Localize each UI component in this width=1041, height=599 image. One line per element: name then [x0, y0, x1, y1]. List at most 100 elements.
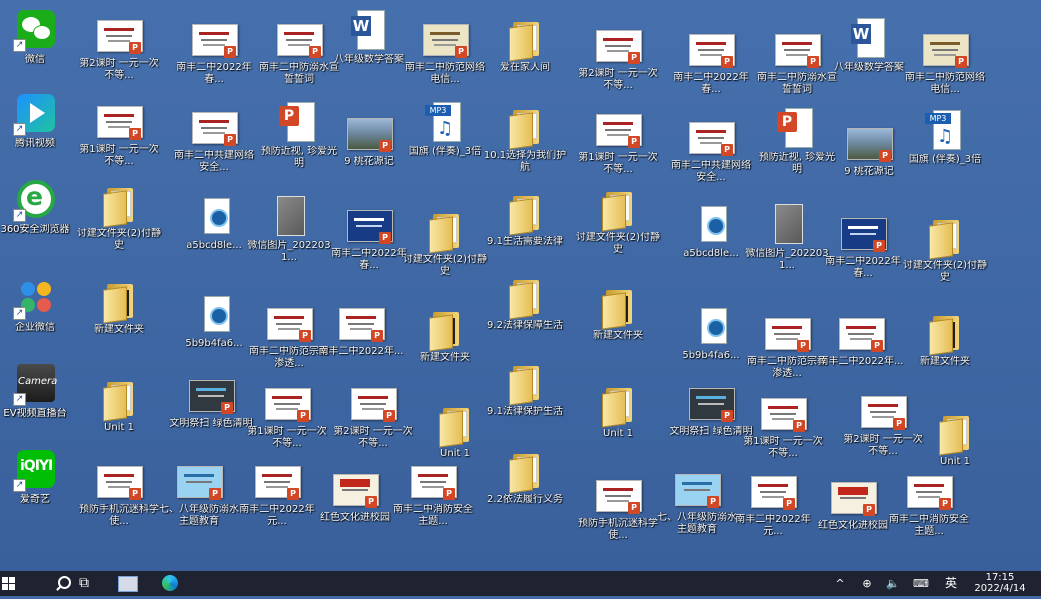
- folder-icon: [423, 208, 467, 254]
- desktop-icon-label: 南丰二中2022年...: [318, 346, 404, 357]
- desktop-icon-d11[interactable]: 新建文件夹: [902, 310, 988, 394]
- powerpoint-slide-icon: P: [423, 16, 469, 60]
- desktop-icon-e7[interactable]: Unit 1: [575, 382, 661, 466]
- desktop-icon-a8[interactable]: P 南丰二中2022年春...: [668, 26, 754, 110]
- desktop-icon-d8[interactable]: 5b9b4fa6...: [668, 304, 754, 388]
- desktop-icon-a2[interactable]: P 南丰二中2022年春...: [171, 16, 257, 100]
- folder-icon: [97, 182, 141, 228]
- desktop-icon-label: 讨建文件夹(2)付静史: [76, 228, 162, 251]
- desktop-icon-d5[interactable]: 新建文件夹: [402, 306, 488, 390]
- desktop-icon-label: 南丰二中2022年元...: [735, 514, 811, 537]
- keyboard-icon[interactable]: ⌨: [912, 571, 930, 596]
- desktop-icon-a11[interactable]: P 南丰二中防范网络电信...: [902, 26, 988, 110]
- desktop-icon-b8[interactable]: P 南丰二中共建网络安全...: [668, 114, 754, 198]
- powerpoint-slide-icon: P: [923, 26, 969, 70]
- desktop-icon-f8[interactable]: P 七、八年级防溺水主题教育: [654, 466, 740, 550]
- desktop-icon-a4[interactable]: W 八年级数学答案: [326, 8, 412, 92]
- desktop-icon-c3[interactable]: 微信图片_2022031...: [246, 194, 332, 278]
- desktop-icon-label: 5b9b4fa6...: [682, 350, 740, 361]
- desktop-icon-e2[interactable]: P 文明祭扫 绿色清明: [168, 372, 254, 456]
- powerpoint-slide-icon: P: [265, 380, 311, 424]
- globe-icon[interactable]: ⊕: [858, 571, 876, 596]
- desktop-icon-label: 第2课时 一元一次不等...: [79, 58, 159, 81]
- desktop-icon-f6[interactable]: 2.2依法履行义务: [482, 448, 568, 532]
- search-button[interactable]: [22, 571, 71, 596]
- desktop-icon-f10[interactable]: P 红色文化进校园: [810, 474, 896, 558]
- desktop-icon-b10[interactable]: P 9 桃花源记: [826, 120, 912, 204]
- desktop-icon-f1[interactable]: P 预防手机沉迷科学使...: [76, 458, 162, 542]
- start-button[interactable]: [0, 571, 22, 596]
- desktop-icon-c10[interactable]: P 南丰二中2022年春...: [820, 210, 906, 294]
- powerpoint-slide-icon: P: [339, 300, 385, 344]
- desktop-icon-c6[interactable]: 9.1生活需要法律: [482, 190, 568, 274]
- desktop-icon-d10[interactable]: P 南丰二中2022年...: [818, 310, 904, 394]
- desktop-icon-label: 5b9b4fa6...: [185, 338, 243, 349]
- folder-icon: [97, 376, 141, 422]
- desktop-icon-b5[interactable]: MP3 ♫ 国旗 (伴奏)_3倍: [402, 100, 488, 184]
- desktop-icon-f5[interactable]: P 南丰二中消防安全主题...: [390, 458, 476, 542]
- desktop-shortcut-3[interactable]: ↗ 企业微信: [0, 276, 78, 360]
- desktop-icon-d4[interactable]: P 南丰二中2022年...: [318, 300, 404, 384]
- tray-chevron[interactable]: ^: [832, 571, 848, 596]
- desktop-icon-a10[interactable]: W 八年级数学答案: [826, 16, 912, 100]
- speaker-icon[interactable]: 🔈: [884, 571, 902, 596]
- desktop-icon-d2[interactable]: 5b9b4fa6...: [171, 292, 257, 376]
- desktop-icon-d1[interactable]: 新建文件夹: [76, 278, 162, 362]
- mp3-file-icon: MP3 ♫: [923, 108, 967, 152]
- desktop-icon-c4[interactable]: P 南丰二中2022年春...: [326, 202, 412, 286]
- desktop-icon-f4[interactable]: P 红色文化进校园: [312, 466, 398, 550]
- desktop-icon-e4[interactable]: P 第2课时 一元一次不等...: [330, 380, 416, 464]
- clock[interactable]: 17:15 2022/4/14: [971, 572, 1029, 594]
- desktop-icon-c7[interactable]: 讨建文件夹(2)付静史: [575, 186, 661, 270]
- desktop-icon-c8[interactable]: a5bcd8le...: [668, 202, 754, 286]
- desktop-icon-label: 红色文化进校园: [818, 520, 888, 531]
- powerpoint-slide-icon: P: [675, 466, 721, 510]
- desktop: ↗ 微信 ↗ 腾讯视频 e ↗ 360安全浏览器 ↗ 企业微信 Camera ↗ EV视频直播台 iQI…: [0, 0, 1041, 571]
- desktop-icon-c5[interactable]: 讨建文件夹(2)付静史: [402, 208, 488, 292]
- desktop-icon-d7[interactable]: 新建文件夹: [575, 284, 661, 368]
- clock-time: 17:15: [985, 572, 1015, 583]
- desktop-icon-a1[interactable]: P 第2课时 一元一次不等...: [76, 12, 162, 96]
- desktop-icon-label: a5bcd8le...: [186, 240, 242, 251]
- taskbar-edge[interactable]: [156, 571, 184, 596]
- desktop-icon-b1[interactable]: P 第1课时 一元一次不等...: [76, 98, 162, 182]
- desktop-icon-a6[interactable]: 爱在家人间: [482, 16, 568, 100]
- desktop-icon-b11[interactable]: MP3 ♫ 国旗 (伴奏)_3倍: [902, 108, 988, 192]
- desktop-icon-f11[interactable]: P 南丰二中消防安全主题...: [886, 468, 972, 552]
- desktop-icon-label: 国旗 (伴奏)_3倍: [908, 154, 982, 165]
- desktop-shortcut-1[interactable]: ↗ 腾讯视频: [0, 92, 78, 176]
- desktop-icon-f3[interactable]: P 南丰二中2022年元...: [234, 458, 320, 542]
- desktop-icon-e1[interactable]: Unit 1: [76, 376, 162, 460]
- desktop-icon-a5[interactable]: P 南丰二中防范网络电信...: [402, 16, 488, 100]
- desktop-icon-c1[interactable]: 讨建文件夹(2)付静史: [76, 182, 162, 266]
- ime-indicator[interactable]: 英: [940, 571, 962, 596]
- desktop-icon-c9[interactable]: 微信图片_2022031...: [744, 202, 830, 286]
- desktop-icon-c2[interactable]: a5bcd8le...: [171, 194, 257, 278]
- task-view-button[interactable]: ⧉: [70, 571, 98, 596]
- desktop-icon-f2[interactable]: P 七、八年级防溺水主题教育: [156, 458, 242, 542]
- desktop-icon-e9[interactable]: P 第1课时 一元一次不等...: [740, 390, 826, 474]
- desktop-icon-f7[interactable]: P 预防手机沉迷科学使...: [575, 472, 661, 556]
- desktop-icon-f9[interactable]: P 南丰二中2022年元...: [730, 468, 816, 552]
- desktop-icon-label: 2.2依法履行义务: [487, 494, 563, 505]
- shortcut-arrow-icon: ↗: [13, 123, 26, 136]
- desktop-icon-b4[interactable]: P 9 桃花源记: [326, 110, 412, 194]
- folder-icon: [596, 382, 640, 428]
- desktop-icon-label: 预防手机沉迷科学使...: [79, 504, 159, 527]
- desktop-shortcut-5[interactable]: iQIYI ↗ 爱奇艺: [0, 448, 78, 532]
- desktop-icon-d6[interactable]: 9.2法律保障生活: [482, 274, 568, 358]
- desktop-shortcut-0[interactable]: ↗ 微信: [0, 8, 78, 92]
- desktop-icon-b6[interactable]: 10.1选择为我们护航: [482, 104, 568, 188]
- folder-icon: [596, 186, 640, 232]
- desktop-shortcut-2[interactable]: e ↗ 360安全浏览器: [0, 178, 78, 262]
- desktop-icon-label: 南丰二中防范网络电信...: [905, 72, 985, 95]
- desktop-icon-b7[interactable]: P 第1课时 一元一次不等...: [575, 106, 661, 190]
- desktop-shortcut-4[interactable]: Camera ↗ EV视频直播台: [0, 362, 78, 446]
- taskbar-app-network[interactable]: [114, 571, 142, 596]
- folder-icon: [503, 16, 547, 62]
- desktop-icon-a7[interactable]: P 第2课时 一元一次不等...: [575, 22, 661, 106]
- desktop-icon-e3[interactable]: P 第1课时 一元一次不等...: [244, 380, 330, 464]
- desktop-icon-b2[interactable]: P 南丰二中共建网络安全...: [171, 104, 257, 188]
- desktop-icon-c11[interactable]: 讨建文件夹(2)付静史: [902, 214, 988, 298]
- desktop-icon-e6[interactable]: 9.1法律保护生活: [482, 360, 568, 444]
